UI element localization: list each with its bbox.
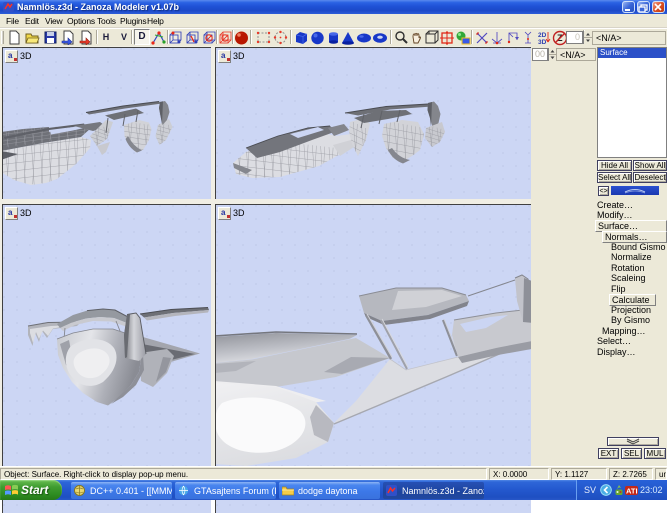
- svg-text:ATI: ATI: [626, 487, 638, 496]
- svg-text:2D: 2D: [538, 32, 547, 39]
- svg-text:3D: 3D: [538, 39, 547, 45]
